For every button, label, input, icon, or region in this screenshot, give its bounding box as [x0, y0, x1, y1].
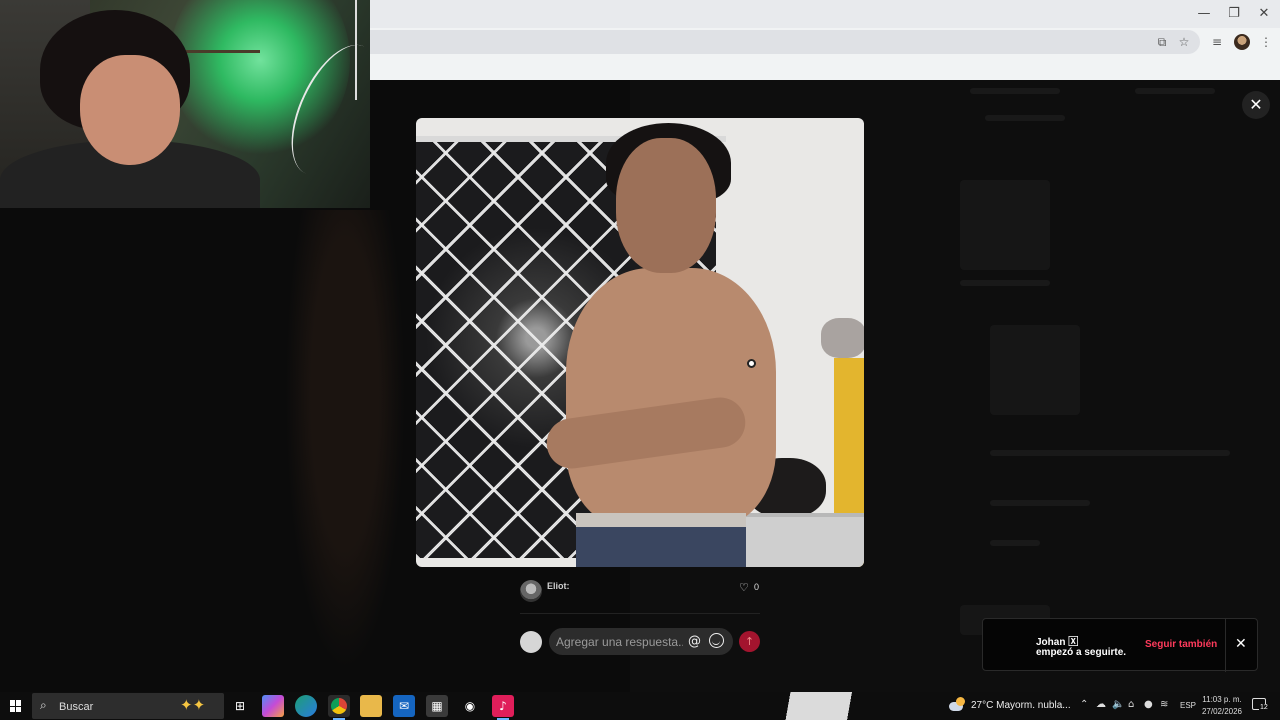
outlook-icon[interactable]: ✉ — [393, 695, 415, 717]
divider — [520, 613, 760, 614]
follow-notification: Johan 🅇 empezó a seguirte. Seguir tambié… — [982, 618, 1258, 672]
toast-divider — [1225, 619, 1226, 672]
search-label: Buscar — [59, 701, 94, 713]
tiktok-icon[interactable]: ♪ — [492, 695, 514, 720]
media-controls-icon[interactable]: ≡ — [1207, 32, 1227, 52]
address-bar[interactable] — [370, 30, 1200, 54]
clock-date[interactable]: 27/02/2026 — [1200, 707, 1244, 716]
minimize-icon[interactable]: — — [1190, 4, 1218, 24]
clock-time[interactable]: 11:03 p. m. — [1200, 695, 1244, 704]
task-view-icon[interactable]: ⊞ — [229, 695, 251, 717]
post-caption-row: Eliot: ♡ 0 — [520, 578, 762, 604]
browser-menu-icon[interactable]: ⋮ — [1256, 32, 1276, 52]
user-avatar — [520, 631, 542, 653]
like-count: 0 — [754, 582, 760, 592]
zoom-cursor-icon — [747, 359, 756, 368]
webcam-overlay — [0, 0, 370, 208]
follow-back-button[interactable]: Seguir también — [1145, 639, 1217, 650]
close-notification-icon[interactable]: ✕ — [1235, 636, 1247, 652]
obs-icon[interactable]: ◉ — [459, 695, 481, 717]
restore-icon[interactable]: ❐ — [1220, 4, 1248, 24]
profile-avatar[interactable] — [1234, 34, 1250, 50]
reply-input[interactable] — [549, 628, 733, 655]
mention-icon[interactable]: @ — [688, 634, 701, 649]
close-window-icon[interactable]: ✕ — [1250, 4, 1278, 24]
windows-start-icon[interactable] — [10, 700, 22, 712]
bookmark-star-icon[interactable]: ☆ — [1174, 32, 1194, 52]
volume-icon[interactable]: 🔈 — [1112, 699, 1124, 710]
taskbar: ⌕ Buscar ✦✦ ⊞ ✉ ▦ ◉ ♪ 27°C Mayorm. nubla… — [0, 692, 1280, 720]
screen: — ❐ ✕ ⧉ ☆ ≡ ⋮ ✕ Eliot: ♡ 0 Agregar una r… — [0, 0, 1280, 720]
author-avatar[interactable] — [520, 580, 542, 602]
weather-text[interactable]: 27°C Mayorm. nubla... — [971, 700, 1071, 711]
chrome-icon[interactable] — [328, 695, 350, 720]
microphone-icon[interactable]: ● — [1144, 699, 1153, 710]
emoji-icon[interactable] — [709, 633, 724, 648]
search-icon: ⌕ — [40, 698, 47, 712]
chevron-up-icon[interactable]: ⌃ — [1080, 699, 1088, 710]
taskbar-search[interactable]: ⌕ Buscar ✦✦ — [32, 693, 224, 719]
author-name[interactable]: Eliot: — [547, 581, 570, 591]
copilot-icon[interactable] — [262, 695, 284, 717]
notification-count: 12 — [1259, 704, 1269, 711]
store-icon[interactable]: ▦ — [426, 695, 448, 717]
post-photo[interactable] — [416, 118, 864, 567]
cloud-icon[interactable]: ☁ — [1096, 699, 1106, 710]
install-app-icon[interactable]: ⧉ — [1152, 32, 1172, 52]
file-explorer-icon[interactable] — [360, 695, 382, 717]
notification-text: empezó a seguirte. — [1036, 647, 1127, 658]
send-button[interactable]: ↑ — [739, 631, 760, 652]
taskbar-wallpaper-streak — [770, 692, 970, 720]
sparkle-icon: ✦✦ — [180, 696, 206, 714]
reply-row: @ ↑ — [520, 628, 762, 656]
backdrop-figure — [285, 210, 405, 670]
follower-name: Johan 🅇 — [1036, 637, 1079, 648]
heart-icon[interactable]: ♡ — [739, 581, 749, 594]
close-modal-button[interactable]: ✕ — [1242, 91, 1270, 119]
wifi-icon[interactable]: ≋ — [1160, 699, 1168, 710]
language-indicator[interactable]: ESP — [1180, 701, 1196, 710]
network-icon[interactable]: ⌂ — [1128, 699, 1134, 710]
weather-icon[interactable] — [949, 697, 967, 713]
edge-icon[interactable] — [295, 695, 317, 717]
